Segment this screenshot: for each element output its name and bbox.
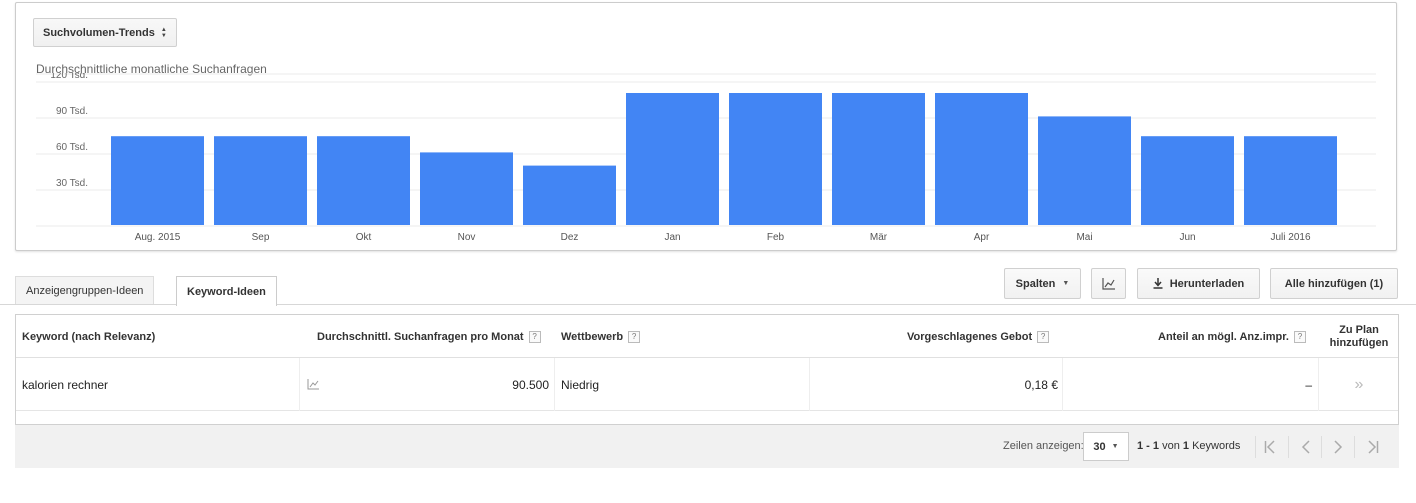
header-impression-share-label: Anteil an mögl. Anz.impr.	[1158, 330, 1289, 343]
header-suggested-bid-label: Vorgeschlagenes Gebot	[907, 330, 1033, 343]
x-tick-label: Feb	[767, 232, 785, 243]
download-icon	[1153, 278, 1163, 289]
header-keyword[interactable]: Keyword (nach Relevanz)	[22, 315, 155, 358]
competition-cell: Niedrig	[561, 377, 600, 392]
table-row: kalorien rechner 90.500 Niedrig 0,18 € –…	[16, 358, 1398, 411]
download-button-label: Herunterladen	[1169, 277, 1245, 290]
columns-button-label: Spalten	[1015, 277, 1056, 290]
x-tick-label: Dez	[561, 232, 579, 243]
column-divider	[1062, 358, 1063, 411]
avg-searches-cell: 90.500	[512, 377, 549, 392]
x-tick-label: Jan	[664, 232, 680, 243]
trend-type-select[interactable]: Suchvolumen-Trends ▲ ▼	[33, 18, 177, 47]
rows-per-page-value: 30	[1093, 440, 1106, 453]
chevron-left-icon	[1301, 440, 1310, 454]
bar	[111, 136, 204, 225]
suggested-bid-cell: 0,18 €	[1024, 377, 1058, 392]
impression-share-cell: –	[1305, 377, 1312, 392]
header-avg-searches[interactable]: Durchschnittl. Suchanfragen pro Monat ?	[317, 315, 541, 358]
x-tick-label: Nov	[458, 232, 476, 243]
table-header: Keyword (nach Relevanz) Durchschnittl. S…	[16, 315, 1398, 358]
help-icon[interactable]: ?	[528, 330, 541, 343]
x-tick-label: Juli 2016	[1270, 232, 1310, 243]
pager-divider	[1321, 436, 1322, 458]
bar	[832, 93, 925, 225]
pagination-unit: Keywords	[1192, 440, 1241, 452]
header-add-to-plan-line2: hinzufügen	[1329, 336, 1389, 349]
add-all-button-label: Alle hinzufügen (1)	[1284, 277, 1384, 290]
y-tick-label: 30 Tsd.	[56, 178, 88, 189]
caret-down-icon: ▼	[1111, 443, 1119, 450]
bar	[317, 136, 410, 225]
column-divider	[299, 358, 300, 411]
next-page-button[interactable]	[1325, 434, 1351, 460]
first-page-button[interactable]	[1257, 434, 1283, 460]
chevron-right-icon	[1333, 440, 1342, 454]
bar	[626, 93, 719, 225]
bar	[1141, 136, 1234, 225]
header-keyword-label: Keyword (nach Relevanz)	[22, 330, 156, 343]
y-tick-label: 60 Tsd.	[56, 142, 88, 153]
y-tick-label: 120 Tsd.	[50, 73, 88, 81]
rows-per-page-select[interactable]: 30 ▼	[1083, 432, 1129, 461]
tab-keyword-ideas[interactable]: Keyword-Ideen	[176, 276, 277, 306]
bar	[935, 93, 1028, 225]
pager-divider	[1255, 436, 1256, 458]
pager-divider	[1288, 436, 1289, 458]
column-divider	[809, 358, 810, 411]
header-impression-share[interactable]: Anteil an mögl. Anz.impr. ?	[1158, 315, 1306, 358]
tab-keyword-ideas-label: Keyword-Ideen	[187, 285, 266, 298]
x-tick-label: Mai	[1076, 232, 1092, 243]
table-footer: Zeilen anzeigen: 30 ▼ 1 - 1 von 1 Keywor…	[15, 425, 1399, 468]
help-icon[interactable]: ?	[1294, 330, 1306, 343]
help-icon[interactable]: ?	[1037, 330, 1050, 343]
header-add-to-plan: Zu Plan hinzufügen	[1321, 315, 1397, 358]
last-page-button[interactable]	[1360, 434, 1386, 460]
pagination-total: 1	[1182, 440, 1190, 452]
chart-toggle-button[interactable]	[1091, 268, 1126, 299]
bar	[729, 93, 822, 225]
column-divider	[554, 358, 555, 411]
pager-divider	[1354, 436, 1355, 458]
rows-per-page-label: Zeilen anzeigen:	[1003, 440, 1084, 452]
keyword-cell: kalorien rechner	[22, 377, 109, 392]
bar	[1244, 136, 1337, 225]
header-competition[interactable]: Wettbewerb ?	[561, 315, 641, 358]
caret-down-icon: ▼	[1062, 280, 1070, 287]
x-tick-label: Okt	[356, 232, 372, 243]
header-add-to-plan-line1: Zu Plan	[1339, 323, 1379, 336]
keyword-table: Keyword (nach Relevanz) Durchschnittl. S…	[15, 314, 1399, 425]
help-icon[interactable]: ?	[628, 330, 641, 343]
add-to-plan-button[interactable]: »	[1319, 358, 1399, 411]
bar	[1038, 116, 1131, 225]
previous-page-button[interactable]	[1292, 434, 1318, 460]
bar	[214, 136, 307, 225]
pagination-of: von	[1162, 440, 1180, 452]
bar	[523, 165, 616, 225]
trend-select-label: Suchvolumen-Trends	[43, 26, 155, 39]
header-avg-searches-label: Durchschnittl. Suchanfragen pro Monat	[317, 330, 524, 343]
y-tick-label: 90 Tsd.	[56, 106, 88, 117]
line-chart-icon	[1101, 277, 1115, 290]
header-suggested-bid[interactable]: Vorgeschlagenes Gebot ?	[907, 315, 1050, 358]
updown-arrow-icon: ▲ ▼	[160, 26, 167, 39]
tab-adgroup-ideas-label: Anzeigengruppen-Ideen	[26, 285, 144, 297]
tab-adgroup-ideas[interactable]: Anzeigengruppen-Ideen	[15, 276, 155, 305]
header-competition-label: Wettbewerb	[561, 330, 624, 343]
first-page-icon	[1264, 440, 1275, 454]
x-tick-label: Mär	[870, 232, 888, 243]
bar-chart: 30 Tsd. 60 Tsd. 90 Tsd. 120 Tsd. Aug. 2015 Se…	[36, 73, 1376, 243]
search-volume-chart-card: Suchvolumen-Trends ▲ ▼ Durchschnittliche …	[15, 2, 1397, 251]
x-tick-label: Aug. 2015	[135, 232, 181, 243]
x-tick-label: Jun	[1179, 232, 1195, 243]
pagination-summary: 1 - 1 von 1 Keywords	[1137, 440, 1240, 452]
last-page-icon	[1368, 440, 1379, 454]
bar	[420, 152, 513, 225]
columns-button[interactable]: Spalten ▼	[1004, 268, 1081, 299]
add-all-button[interactable]: Alle hinzufügen (1)	[1270, 268, 1398, 299]
x-tick-label: Apr	[974, 232, 990, 243]
x-tick-label: Sep	[252, 232, 270, 243]
pagination-range: 1 - 1	[1137, 440, 1160, 452]
download-button[interactable]: Herunterladen	[1137, 268, 1260, 299]
